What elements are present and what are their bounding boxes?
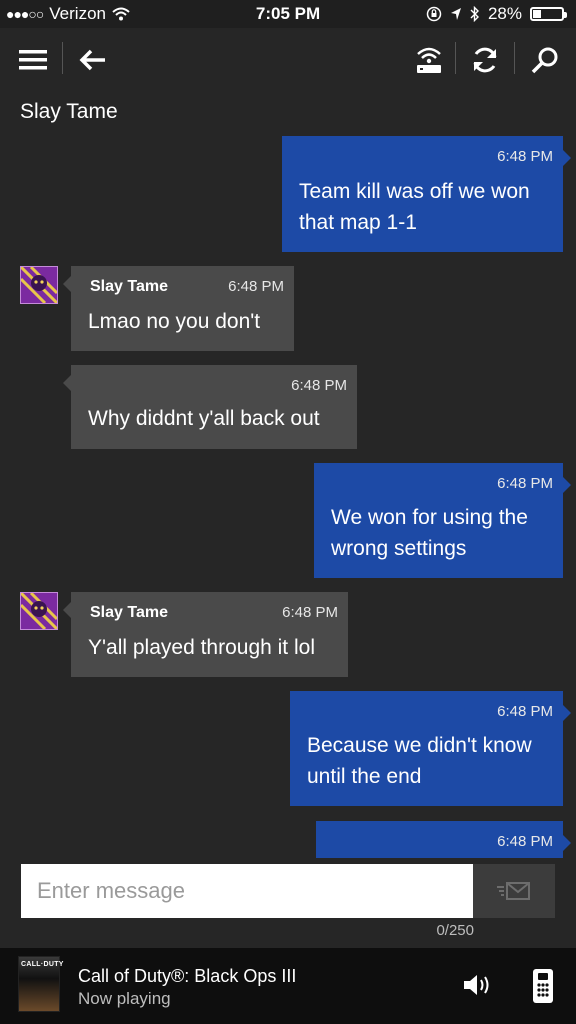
- game-cover-art: CALL·DUTY: [18, 956, 63, 1012]
- bubble-tail: [563, 477, 571, 493]
- send-button[interactable]: [473, 864, 555, 918]
- message-text: We won for using the wrong settings: [331, 502, 528, 564]
- back-arrow-icon: [79, 49, 105, 71]
- message-time: 6:48 PM: [228, 278, 284, 295]
- now-playing-title: Call of Duty®: Black Ops III: [78, 966, 297, 986]
- message-sender: Slay Tame: [90, 604, 168, 621]
- message-text-line: We won for using the: [331, 506, 528, 529]
- message-bubble-outgoing[interactable]: 6:48 PM: [316, 821, 571, 858]
- app-bar: [0, 28, 576, 90]
- wifi-router-icon: [417, 47, 441, 73]
- send-message-icon: [497, 882, 530, 900]
- menu-icon: [19, 50, 47, 70]
- status-right: 28%: [426, 4, 567, 24]
- search-icon: [531, 47, 558, 74]
- status-bar: ●●●○○ Verizon 7:05 PM 28%: [0, 0, 576, 28]
- message-time: 6:48 PM: [497, 148, 553, 165]
- avatar-image: [21, 593, 57, 629]
- battery-percent: 28%: [487, 4, 522, 23]
- search-button[interactable]: [525, 40, 565, 80]
- remote-control-icon: [533, 969, 553, 1003]
- message-bubble-outgoing[interactable]: 6:48 PM Because we didn't know until the…: [290, 691, 571, 806]
- battery-icon: [530, 7, 567, 21]
- message-bubble-outgoing[interactable]: 6:48 PM We won for using the wrong setti…: [314, 463, 571, 578]
- bubble-tail: [563, 835, 571, 851]
- message-time: 6:48 PM: [291, 377, 347, 394]
- message-input[interactable]: [21, 864, 473, 918]
- message-sender: Slay Tame: [90, 278, 168, 295]
- conversation-title: Slay Tame: [20, 100, 118, 123]
- message-text: Because we didn't know until the end: [307, 730, 532, 792]
- message-text: Lmao no you don't: [88, 306, 260, 337]
- menu-button[interactable]: [13, 40, 53, 80]
- message-bubble-incoming[interactable]: Slay Tame 6:48 PM Lmao no you don't: [63, 266, 294, 351]
- message-text-line: until the end: [307, 765, 422, 788]
- message-text-line: wrong settings: [331, 537, 467, 560]
- bluetooth-icon: [470, 6, 479, 22]
- toolbar-divider: [455, 42, 456, 74]
- now-playing-bar[interactable]: CALL·DUTY Call of Duty®: Black Ops III N…: [0, 948, 576, 1024]
- bubble-tail: [63, 602, 71, 618]
- message-text: Why diddnt y'all back out: [88, 403, 320, 434]
- orientation-lock-icon: [426, 6, 442, 22]
- message-bubble-incoming[interactable]: Slay Tame 6:48 PM Y'all played through i…: [63, 592, 348, 677]
- message-time: 6:48 PM: [497, 475, 553, 492]
- bubble-tail: [563, 705, 571, 721]
- battery-level-fill: [533, 10, 541, 18]
- message-time: 6:48 PM: [282, 604, 338, 621]
- message-text-line: Team kill was off we won: [299, 180, 530, 203]
- game-cover-label: CALL·DUTY: [21, 961, 64, 968]
- refresh-button[interactable]: [465, 40, 505, 80]
- message-text: Y'all played through it lol: [88, 632, 315, 663]
- character-counter: 0/250: [436, 922, 474, 939]
- network-button[interactable]: [409, 40, 449, 80]
- message-text-line: Y'all played through it lol: [88, 636, 315, 659]
- message-composer: 0/250: [0, 858, 576, 948]
- location-icon: [450, 8, 461, 20]
- avatar[interactable]: [20, 266, 58, 304]
- message-text-line: Lmao no you don't: [88, 310, 261, 333]
- remote-button[interactable]: [531, 968, 555, 1009]
- toolbar-divider: [62, 42, 63, 74]
- avatar-image: [21, 267, 57, 303]
- volume-button[interactable]: [462, 972, 492, 1003]
- bubble-tail: [63, 375, 71, 391]
- message-text-line: Because we didn't know: [307, 734, 532, 757]
- volume-icon: [464, 975, 489, 995]
- message-text-line: Why diddnt y'all back out: [88, 407, 320, 430]
- message-bubble-outgoing[interactable]: 6:48 PM Team kill was off we won that ma…: [282, 136, 571, 252]
- bubble-tail: [563, 150, 571, 166]
- message-text-line: that map 1-1: [299, 211, 417, 234]
- bubble-tail: [63, 276, 71, 292]
- message-bubble-incoming[interactable]: 6:48 PM Why diddnt y'all back out: [63, 365, 357, 449]
- avatar[interactable]: [20, 592, 58, 630]
- message-text: Team kill was off we won that map 1-1: [299, 176, 530, 238]
- back-button[interactable]: [73, 40, 113, 80]
- message-time: 6:48 PM: [497, 833, 553, 850]
- toolbar-divider: [514, 42, 515, 74]
- refresh-icon: [473, 47, 497, 73]
- now-playing-subtitle: Now playing: [78, 989, 171, 1008]
- message-time: 6:48 PM: [497, 703, 553, 720]
